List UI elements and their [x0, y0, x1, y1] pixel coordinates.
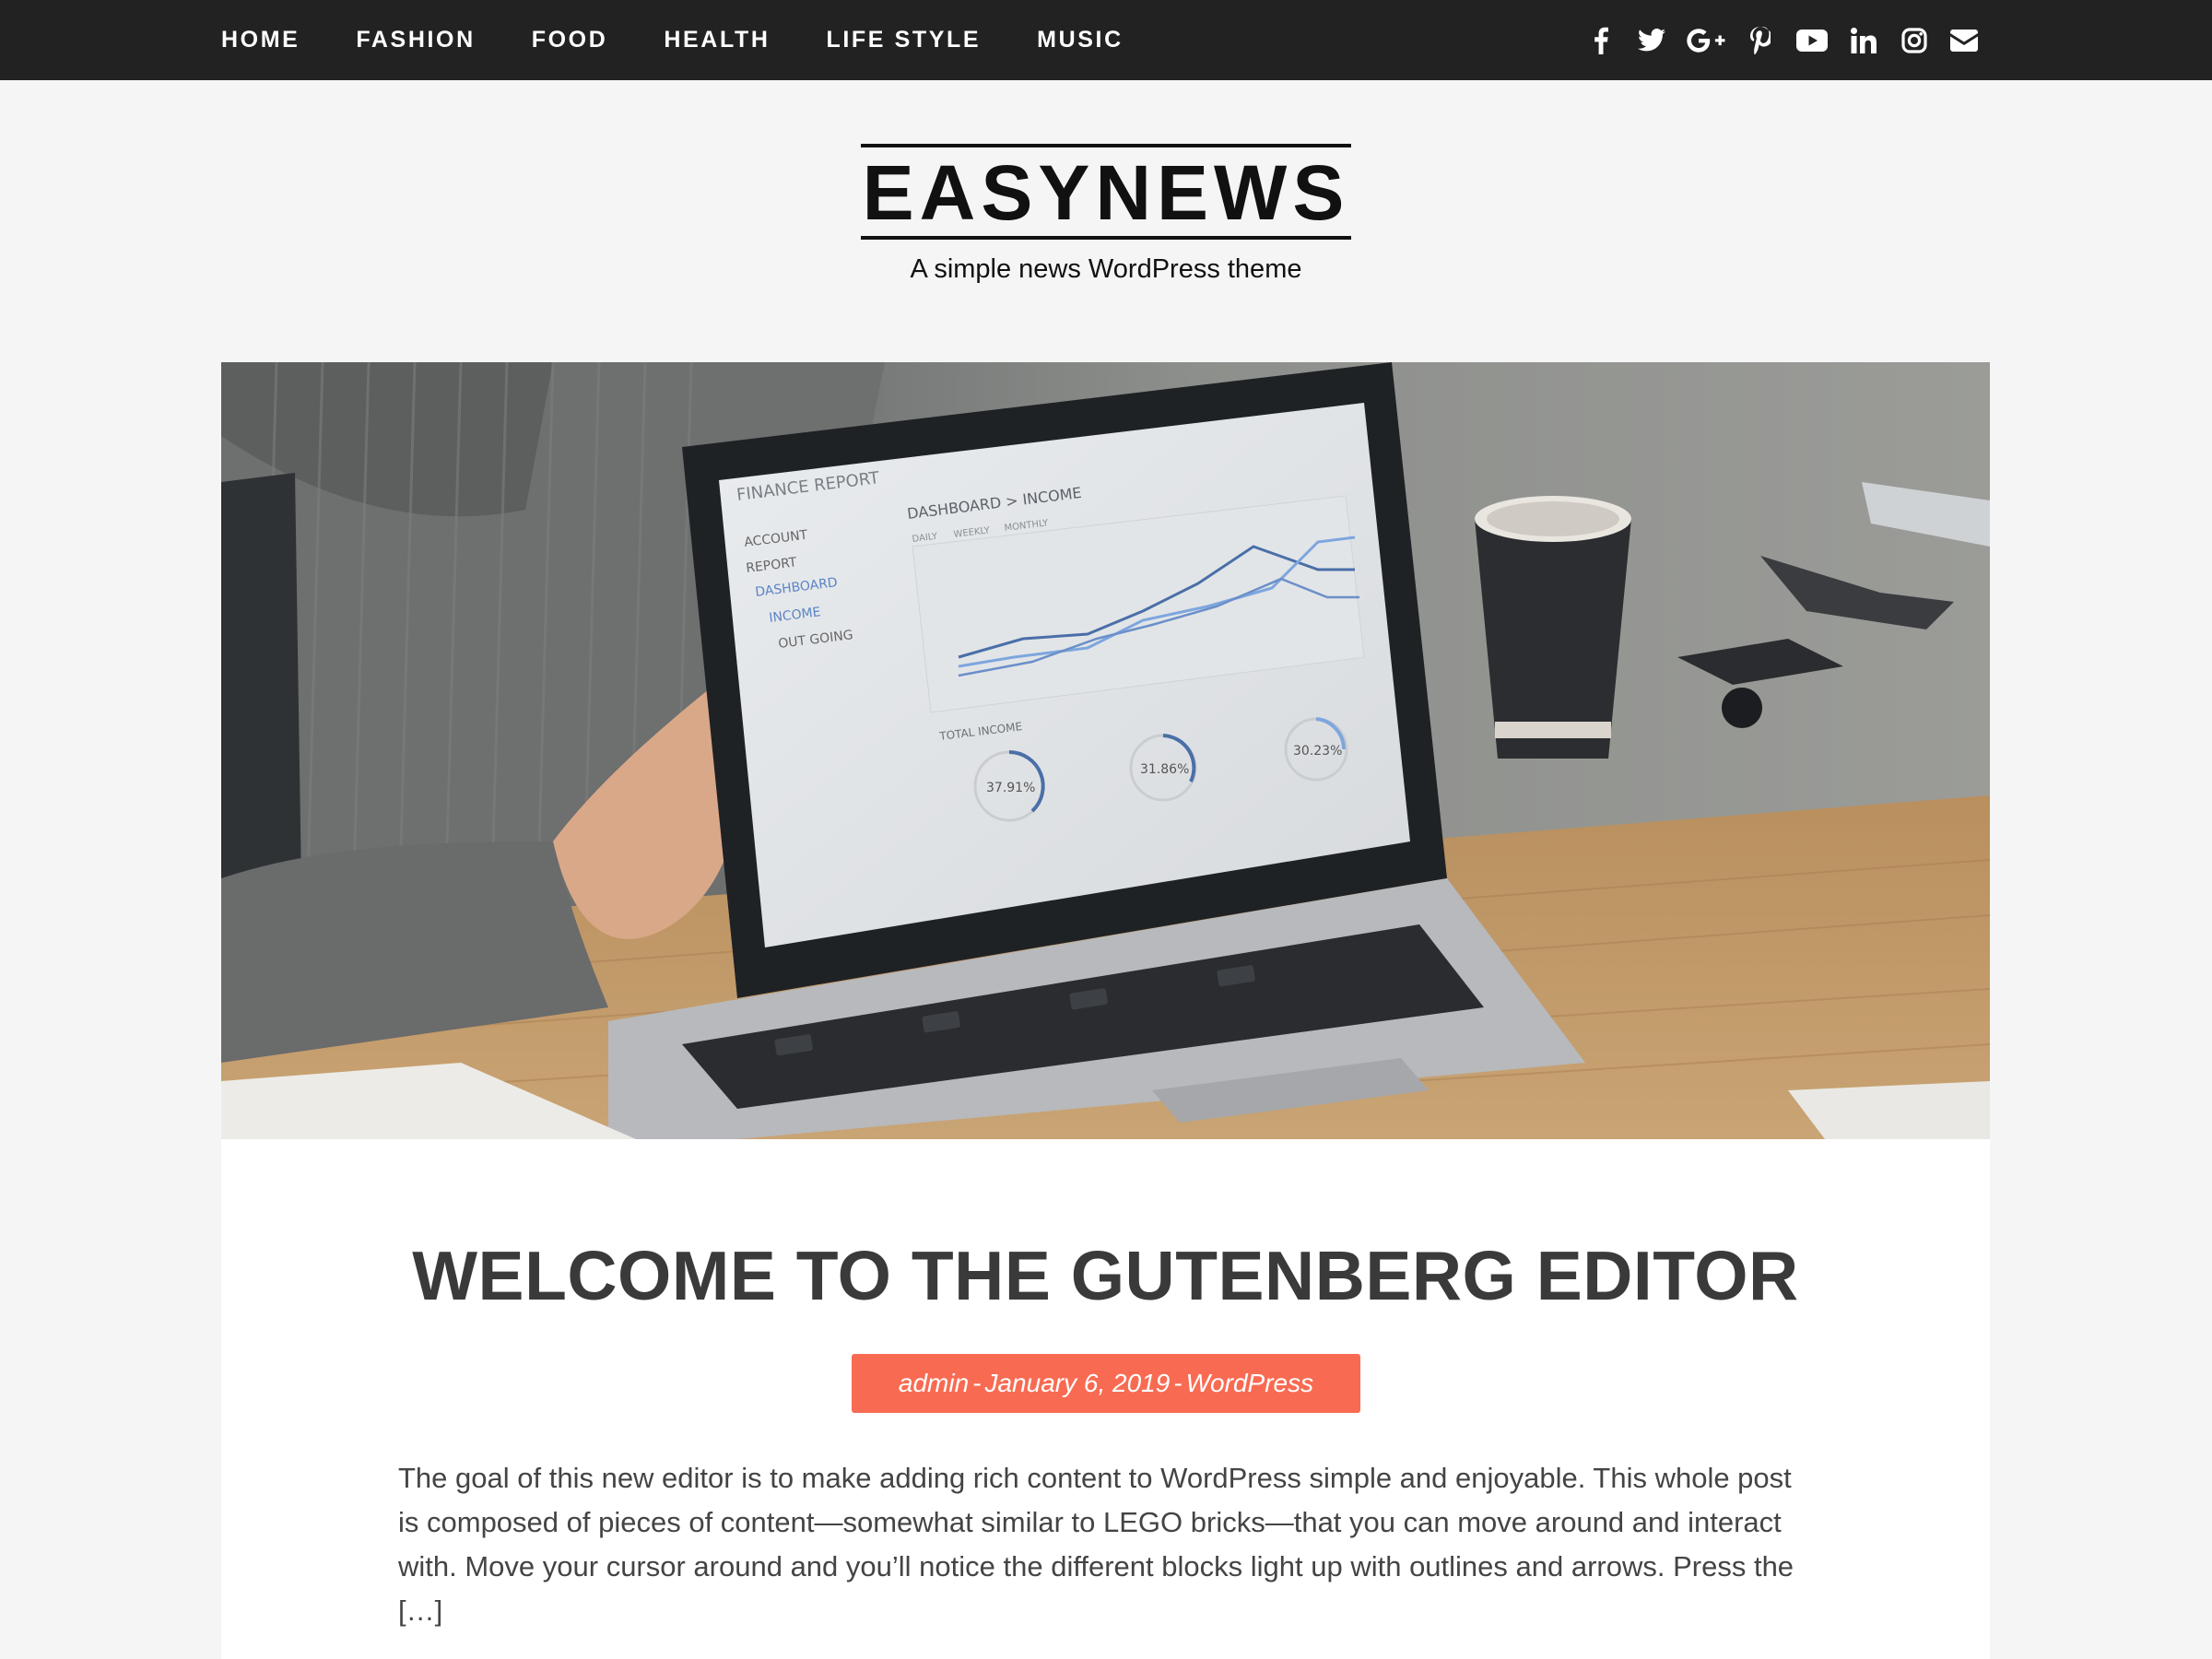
- site-branding: EASYNEWS A simple news WordPress theme: [0, 144, 2212, 285]
- post-meta: admin - January 6, 2019 - WordPress: [852, 1354, 1360, 1413]
- post-author-link[interactable]: admin: [899, 1369, 969, 1398]
- meta-separator: -: [1173, 1369, 1182, 1397]
- featured-image[interactable]: FINANCE REPORT DASHBOARD > INCOME DAILY …: [221, 362, 1990, 1139]
- post-date-link[interactable]: January 6, 2019: [984, 1369, 1170, 1398]
- facebook-icon[interactable]: [1584, 24, 1618, 57]
- post-category-link[interactable]: WordPress: [1186, 1369, 1313, 1398]
- gauge-1-value: 37.91%: [986, 781, 1035, 795]
- nav-item-fashion[interactable]: FASHION: [356, 27, 475, 53]
- primary-nav: HOME FASHION FOOD HEALTH LIFE STYLE MUSI…: [221, 0, 1180, 80]
- nav-item-music[interactable]: MUSIC: [1037, 27, 1124, 53]
- social-links: [1567, 0, 1980, 80]
- youtube-icon[interactable]: [1794, 24, 1830, 57]
- nav-item-home[interactable]: HOME: [221, 27, 300, 53]
- twitter-icon[interactable]: [1635, 24, 1668, 57]
- linkedin-icon[interactable]: [1847, 24, 1880, 57]
- gauge-2-value: 31.86%: [1140, 762, 1189, 777]
- nav-item-food[interactable]: FOOD: [532, 27, 608, 53]
- post-excerpt: The goal of this new editor is to make a…: [398, 1462, 1794, 1627]
- gauge-3-value: 30.23%: [1293, 744, 1342, 759]
- top-bar: HOME FASHION FOOD HEALTH LIFE STYLE MUSI…: [0, 0, 2212, 80]
- post-title: WELCOME TO THE GUTENBERG EDITOR: [221, 1236, 1990, 1315]
- meta-separator: -: [972, 1369, 982, 1397]
- pinterest-icon[interactable]: [1744, 24, 1777, 57]
- post-title-link[interactable]: WELCOME TO THE GUTENBERG EDITOR: [412, 1237, 1798, 1314]
- email-icon[interactable]: [1948, 24, 1980, 57]
- instagram-icon[interactable]: [1898, 24, 1931, 57]
- laptop-desk-photo: FINANCE REPORT DASHBOARD > INCOME DAILY …: [221, 362, 1990, 1139]
- nav-item-life-style[interactable]: LIFE STYLE: [826, 27, 981, 53]
- nav-item-health[interactable]: HEALTH: [664, 27, 770, 53]
- site-logo: EASYNEWS: [862, 149, 1350, 236]
- google-plus-icon[interactable]: [1686, 24, 1726, 57]
- post-card: WELCOME TO THE GUTENBERG EDITOR admin - …: [221, 1139, 1990, 1659]
- site-logo-link[interactable]: EASYNEWS: [860, 144, 1352, 240]
- site-tagline: A simple news WordPress theme: [910, 254, 1302, 284]
